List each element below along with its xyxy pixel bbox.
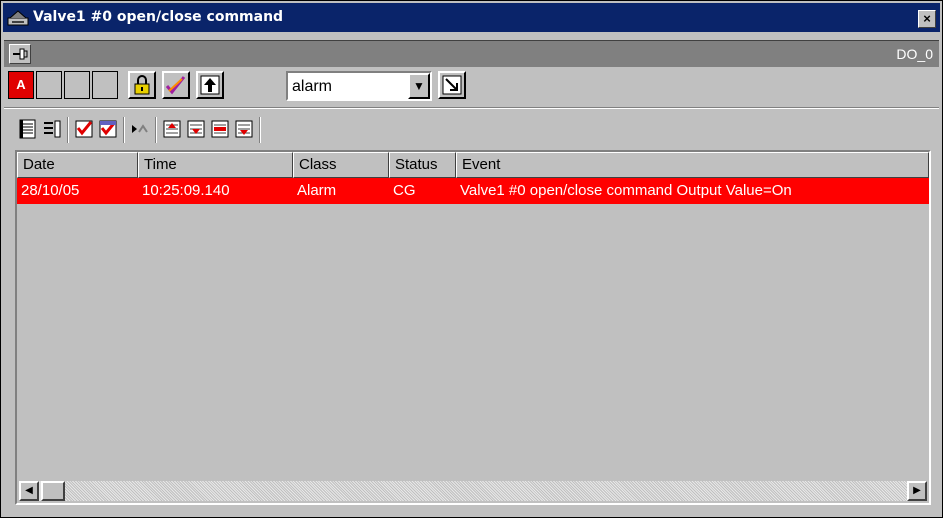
previous-record-icon[interactable] <box>185 118 207 140</box>
filter-slot-1[interactable] <box>36 71 62 99</box>
toolbar-divider <box>4 107 939 109</box>
toolbar-separator <box>123 117 125 143</box>
close-button[interactable]: × <box>918 10 936 28</box>
event-window: Valve1 #0 open/close command × DO_0 A al… <box>0 0 943 518</box>
class-filter-select[interactable]: alarm ▼ <box>286 71 432 101</box>
scroll-left-button[interactable]: ◀ <box>19 481 39 501</box>
column-header-class[interactable]: Class <box>293 152 389 178</box>
popout-button[interactable] <box>438 71 466 99</box>
first-record-icon[interactable] <box>161 118 183 140</box>
event-list[interactable]: Date Time Class Status Event 28/10/05 10… <box>15 150 931 505</box>
tag-label: DO_0 <box>896 46 933 62</box>
acknowledge-button[interactable] <box>162 71 190 99</box>
toolbar-separator <box>155 117 157 143</box>
navigate-icon[interactable] <box>129 118 151 140</box>
check-red-icon[interactable] <box>97 118 119 140</box>
toolbar-separator <box>67 117 69 143</box>
horizontal-scrollbar[interactable]: ◀ ▶ <box>19 481 927 501</box>
popout-icon <box>442 75 462 95</box>
cell-status: CG <box>393 182 416 199</box>
pin-button[interactable] <box>9 44 31 64</box>
toolbar-separator <box>259 117 261 143</box>
move-up-button[interactable] <box>196 71 224 99</box>
arrow-up-icon <box>200 75 220 95</box>
column-header-event[interactable]: Event <box>456 152 929 178</box>
scroll-right-button[interactable]: ▶ <box>907 481 927 501</box>
detail-view-icon[interactable] <box>41 118 63 140</box>
lock-icon <box>134 75 150 95</box>
filter-slot-2[interactable] <box>64 71 90 99</box>
valve-icon <box>7 9 29 27</box>
class-filter-value: alarm <box>292 78 333 95</box>
acknowledge-icon <box>165 76 186 95</box>
scroll-thumb[interactable] <box>41 481 65 501</box>
next-record-icon[interactable] <box>209 118 231 140</box>
window-title: Valve1 #0 open/close command <box>33 9 284 25</box>
title-bar[interactable]: Valve1 #0 open/close command × <box>3 3 940 32</box>
column-header-status[interactable]: Status <box>389 152 456 178</box>
filter-toolbar: A alarm ▼ <box>4 70 939 104</box>
check-red-icon[interactable] <box>73 118 95 140</box>
cell-class: Alarm <box>297 182 337 199</box>
alarm-badge[interactable]: A <box>8 71 34 99</box>
table-row[interactable]: 28/10/05 10:25:09.140 Alarm CG Valve1 #0… <box>17 178 929 204</box>
cell-date: 28/10/05 <box>21 182 80 199</box>
last-record-icon[interactable] <box>233 118 255 140</box>
pin-icon <box>13 48 28 60</box>
list-toolbar <box>15 115 365 145</box>
column-header-date[interactable]: Date <box>17 152 138 178</box>
filter-slot-3[interactable] <box>92 71 118 99</box>
lock-button[interactable] <box>128 71 156 99</box>
table-header: Date Time Class Status Event <box>17 152 929 178</box>
status-strip: DO_0 <box>4 40 939 67</box>
list-view-icon[interactable] <box>17 118 39 140</box>
cell-event: Valve1 #0 open/close command Output Valu… <box>460 182 792 199</box>
cell-time: 10:25:09.140 <box>142 182 230 199</box>
column-header-time[interactable]: Time <box>138 152 293 178</box>
scroll-track[interactable] <box>65 481 907 501</box>
chevron-down-icon[interactable]: ▼ <box>408 73 430 99</box>
